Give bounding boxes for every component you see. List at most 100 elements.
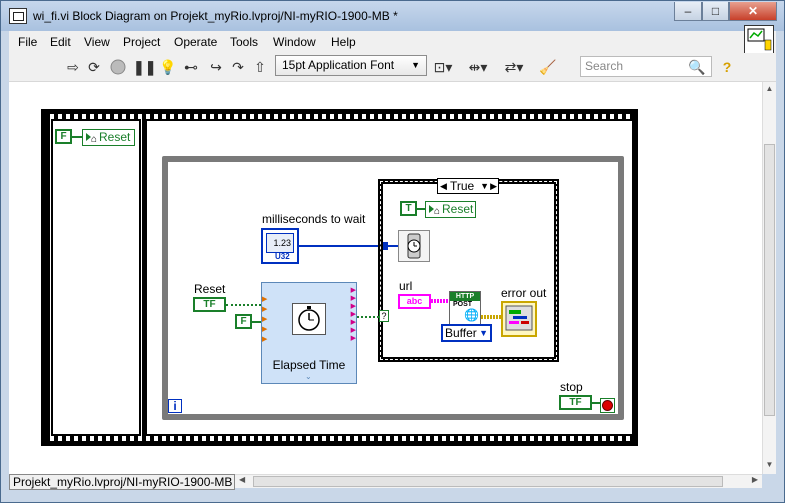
menu-help[interactable]: Help [331, 35, 356, 49]
context-help-icon[interactable]: ? [719, 57, 735, 77]
horizontal-scroll-thumb[interactable] [253, 476, 723, 487]
error-out-indicator[interactable] [501, 301, 537, 337]
case-down-arrow-icon[interactable]: ▼ [480, 179, 489, 193]
case-selector-value: True [450, 179, 475, 193]
retain-wire-values-icon[interactable]: ⊷ [183, 57, 199, 77]
case-selector-terminal: ? [379, 310, 389, 322]
ms-to-wait-label: milliseconds to wait [262, 212, 366, 226]
menu-tools[interactable]: Tools [230, 35, 258, 49]
error-wire [481, 315, 501, 319]
loop-condition-terminal[interactable] [600, 398, 615, 413]
stopwatch-icon [292, 303, 326, 335]
reset-local-variable[interactable]: ⌂ Reset [82, 129, 135, 146]
menu-view[interactable]: View [84, 35, 110, 49]
globe-icon: 🌐 [464, 308, 479, 322]
boolean-wire [252, 321, 261, 323]
menu-window[interactable]: Window [273, 35, 316, 49]
scroll-down-icon[interactable]: ▼ [764, 460, 775, 469]
abort-icon[interactable] [109, 57, 127, 77]
ms-type-label: U32 [275, 252, 290, 261]
http-post-function[interactable]: HTTP POST 🌐 [449, 291, 481, 325]
menu-project[interactable]: Project [123, 35, 160, 49]
run-continuously-icon[interactable]: ⟳ [85, 57, 103, 77]
pause-icon[interactable]: ❚❚ [133, 57, 156, 77]
string-wire [431, 299, 451, 303]
reset-local-label: Reset [99, 130, 131, 144]
house-icon: ⌂ [434, 206, 441, 217]
false-constant[interactable]: F [55, 129, 72, 144]
toolbar: ⇨ ⟳ ❚❚ 💡 ⊷ ↪ ↷ ⇧ 15pt Application Font ▼… [9, 53, 776, 82]
house-icon: ⌂ [91, 134, 98, 145]
boolean-wire [72, 136, 82, 138]
stop-control[interactable]: TF [559, 395, 592, 410]
menu-edit[interactable]: Edit [50, 35, 71, 49]
maximize-button[interactable]: □ [702, 2, 729, 21]
loop-iteration-terminal: i [168, 399, 182, 413]
vertical-scroll-thumb[interactable] [764, 144, 775, 416]
scroll-left-icon[interactable]: ◀ [239, 475, 245, 484]
align-objects-icon[interactable]: ⊡▾ [429, 57, 457, 77]
case-left-arrow-icon[interactable]: ◀ [440, 179, 447, 193]
boolean-wire [417, 208, 425, 210]
case-right-arrow-icon[interactable]: ▶ [490, 179, 497, 193]
window-title: wi_fi.vi Block Diagram on Projekt_myRio.… [33, 9, 398, 23]
false-constant-2[interactable]: F [235, 314, 252, 329]
reset-label: Reset [194, 282, 226, 296]
title-bar: wi_fi.vi Block Diagram on Projekt_myRio.… [1, 1, 784, 31]
step-into-icon[interactable]: ↪ [207, 57, 225, 77]
block-diagram-canvas[interactable]: F ⌂ Reset i milliseconds to wait 1.23 U3… [9, 82, 762, 474]
reset-local-label-2: Reset [442, 202, 474, 216]
elapsed-time-express-vi[interactable]: Elapsed Time ⌄ ▶ ▶ ▶ ▶ ▶ ▶ ▶ ▶ ▶ ▶ ▶ ▶ [261, 282, 357, 384]
chevron-down-icon: ▼ [479, 328, 488, 338]
menu-bar: File Edit View Project Operate Tools Win… [9, 25, 776, 55]
font-select-value: 15pt Application Font [282, 58, 395, 72]
reorder-icon[interactable]: ⇄▾ [499, 57, 529, 77]
http-label: HTTP [450, 292, 480, 301]
case-selector[interactable]: ◀ True ▼ ▶ [437, 178, 499, 194]
step-over-icon[interactable]: ↷ [229, 57, 247, 77]
search-icon[interactable]: 🔍 [687, 57, 707, 77]
wait-ms-function[interactable] [398, 230, 430, 262]
reset-control[interactable]: TF [193, 297, 226, 312]
horizontal-scrollbar[interactable]: ◀ ▶ [235, 474, 762, 488]
scroll-up-icon[interactable]: ▲ [764, 84, 775, 93]
buffer-constant[interactable]: Buffer ▼ [441, 324, 492, 342]
expand-chevron-icon[interactable]: ⌄ [305, 372, 312, 381]
error-cluster-icon [505, 305, 533, 331]
watch-icon [407, 233, 421, 259]
vi-connector-icon[interactable] [744, 25, 774, 55]
highlight-execution-icon[interactable]: 💡 [159, 57, 177, 77]
input-terminals: ▶ ▶ ▶ ▶ ▶ [262, 296, 268, 343]
buffer-value: Buffer [445, 326, 477, 340]
font-select[interactable]: 15pt Application Font ▼ [275, 55, 427, 76]
vertical-scrollbar[interactable]: ▲ ▼ [762, 82, 776, 474]
menu-file[interactable]: File [18, 35, 37, 49]
ms-to-wait-control[interactable]: 1.23 U32 [261, 228, 299, 264]
boolean-wire [357, 316, 379, 320]
scroll-right-icon[interactable]: ▶ [752, 475, 758, 484]
run-arrow-icon[interactable]: ⇨ [65, 57, 81, 77]
stop-sign-icon [602, 400, 613, 411]
output-terminals: ▶ ▶ ▶ ▶ ▶ ▶ ▶ [350, 287, 356, 342]
numeric-wire [299, 245, 383, 247]
vi-icon [9, 8, 27, 24]
reset-local-variable-2[interactable]: ⌂ Reset [425, 201, 476, 218]
true-constant[interactable]: T [400, 201, 417, 216]
step-out-icon[interactable]: ⇧ [251, 57, 269, 77]
distribute-objects-icon[interactable]: ⇹▾ [464, 57, 492, 77]
url-type-label: abc [406, 296, 423, 306]
url-control[interactable]: abc [398, 294, 431, 309]
close-button[interactable]: ✕ [729, 2, 777, 21]
clean-up-diagram-icon[interactable]: 🧹 [537, 57, 559, 77]
post-label: POST [453, 301, 473, 308]
boolean-wire [592, 402, 600, 404]
context-status: Projekt_myRio.lvproj/NI-myRIO-1900-MB [9, 474, 235, 490]
ms-numeric-value: 1.23 [266, 233, 294, 253]
stop-label: stop [560, 380, 583, 394]
boolean-wire [226, 304, 261, 308]
chevron-down-icon: ▼ [411, 60, 420, 70]
error-out-label: error out [501, 286, 547, 300]
menu-operate[interactable]: Operate [174, 35, 217, 49]
sequence-frame-1[interactable] [51, 119, 141, 436]
minimize-button[interactable]: – [674, 2, 702, 21]
